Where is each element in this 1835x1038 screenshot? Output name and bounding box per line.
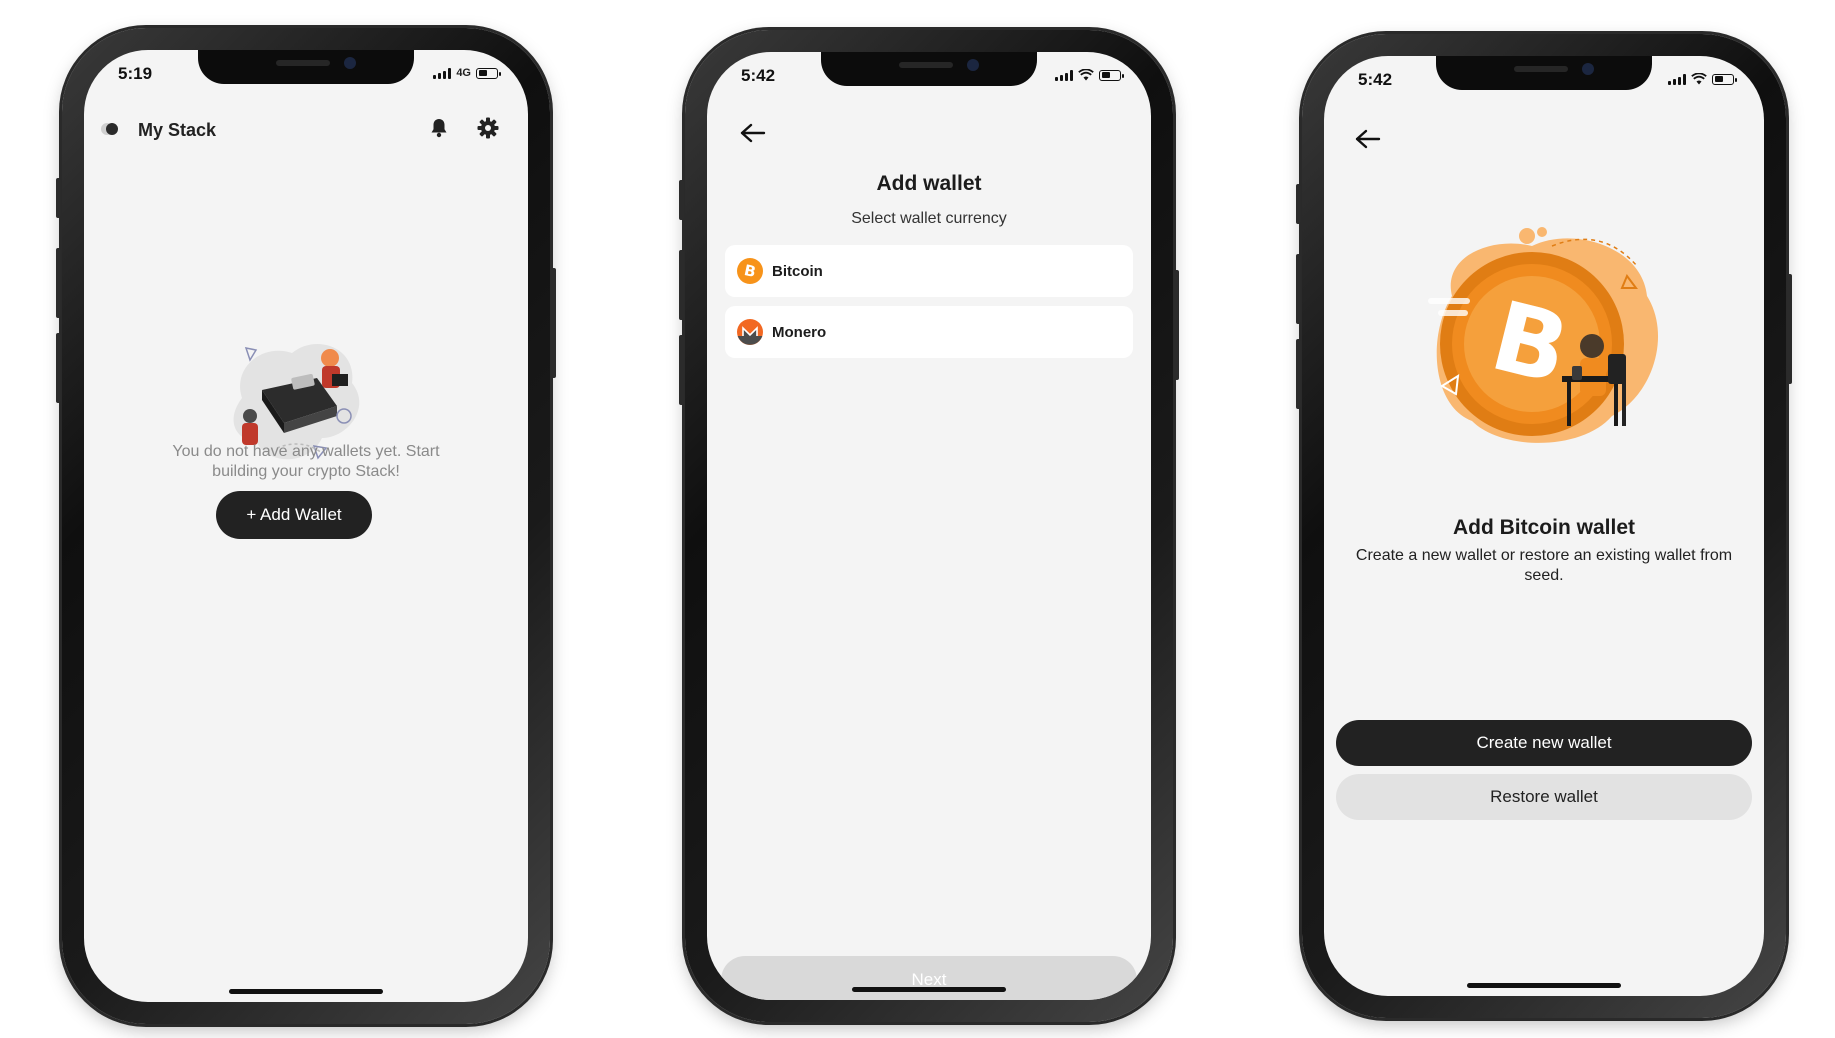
home-indicator <box>229 989 383 994</box>
notch <box>1436 56 1652 90</box>
phone-my-stack: 5:19 4G My Stack You do not have any wal… <box>56 28 556 1024</box>
signal-icon <box>433 67 452 79</box>
gear-icon[interactable] <box>476 116 500 140</box>
theme-toggle-icon[interactable] <box>99 121 121 137</box>
page-title: Add Bitcoin wallet <box>1452 516 1635 539</box>
side-button <box>679 335 684 405</box>
signal-icon <box>1055 69 1073 81</box>
page-subtitle: Select wallet currency <box>851 210 1007 227</box>
status-time: 5:42 <box>1358 70 1393 89</box>
bitcoin-icon: B <box>737 258 763 284</box>
create-new-wallet-button[interactable]: Create new wallet <box>1336 720 1752 766</box>
side-button <box>1296 184 1301 224</box>
add-wallet-button[interactable]: + Add Wallet <box>216 491 372 539</box>
next-button[interactable]: Next <box>721 956 1137 1000</box>
side-button <box>679 250 684 320</box>
side-button <box>679 180 684 220</box>
monero-icon <box>737 319 763 345</box>
side-button <box>56 333 61 403</box>
back-arrow-icon[interactable] <box>1354 128 1382 150</box>
phone-add-bitcoin-wallet: 5:42 B Add Bitcoin wallet Create a new w… <box>1296 34 1792 1018</box>
wifi-icon <box>1078 69 1094 81</box>
home-indicator <box>1467 983 1621 988</box>
side-button <box>1296 339 1301 409</box>
status-time: 5:42 <box>741 66 776 85</box>
side-button <box>1174 270 1179 380</box>
wifi-icon <box>1691 73 1707 85</box>
side-button <box>56 178 61 218</box>
currency-label: Bitcoin <box>772 262 823 280</box>
back-arrow-icon[interactable] <box>739 122 767 144</box>
battery-icon <box>476 67 501 79</box>
battery-icon <box>1099 69 1124 81</box>
side-button <box>1787 274 1792 384</box>
signal-icon <box>1668 73 1686 85</box>
currency-label: Monero <box>772 323 827 341</box>
page-title: Add wallet <box>876 172 982 195</box>
status-time: 5:19 <box>118 64 153 83</box>
header-title: My Stack <box>138 120 217 140</box>
side-button <box>56 248 61 318</box>
home-indicator <box>852 987 1006 992</box>
phone-add-wallet: 5:42 Add wallet Select wallet currency B… <box>679 30 1179 1022</box>
bitcoin-wallet-illustration: B <box>1422 226 1670 456</box>
notch <box>198 50 414 84</box>
side-button <box>1296 254 1301 324</box>
restore-wallet-button[interactable]: Restore wallet <box>1336 774 1752 820</box>
bell-icon[interactable] <box>427 116 451 140</box>
screen-add-wallet: 5:42 Add wallet Select wallet currency B… <box>707 52 1151 1000</box>
screen-my-stack: 5:19 4G My Stack You do not have any wal… <box>84 50 528 1002</box>
battery-icon <box>1712 73 1737 85</box>
network-type: 4G <box>456 67 471 79</box>
empty-state-message: You do not have any wallets yet. Start b… <box>172 443 440 480</box>
side-button <box>551 268 556 378</box>
currency-option-bitcoin[interactable]: B Bitcoin <box>725 245 1133 297</box>
screen-add-bitcoin-wallet: 5:42 B Add Bitcoin wallet Create a new w… <box>1324 56 1764 996</box>
page-description: Create a new wallet or restore an existi… <box>1355 547 1733 584</box>
notch <box>821 52 1037 86</box>
currency-option-monero[interactable]: Monero <box>725 306 1133 358</box>
